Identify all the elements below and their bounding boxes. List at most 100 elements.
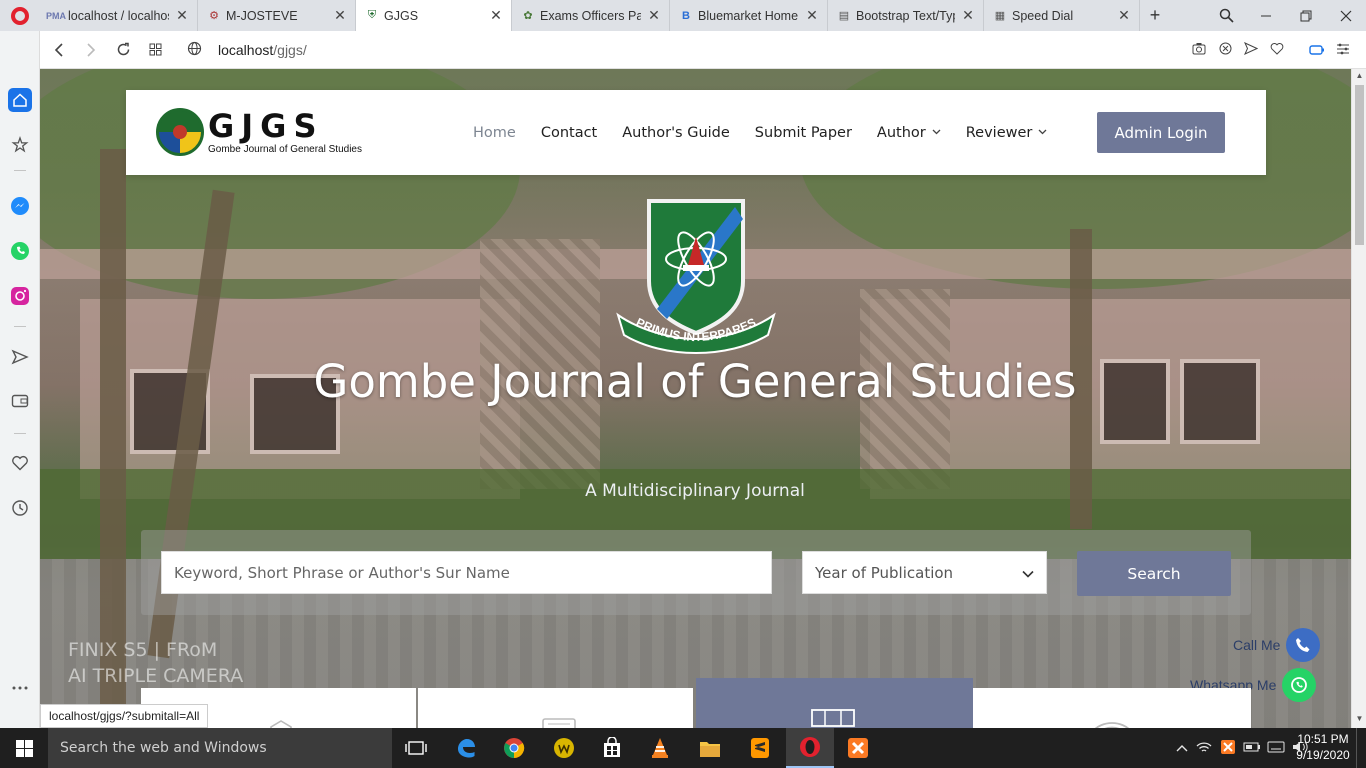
page-scrollbar[interactable]: ▲ ▼ (1351, 69, 1366, 728)
whatsapp-icon[interactable] (8, 239, 32, 263)
watermark-line: FINIX S5 | FRoM (68, 639, 218, 661)
vlc-icon[interactable] (636, 728, 684, 768)
windows-start-button[interactable] (0, 728, 48, 768)
task-view-icon[interactable] (392, 728, 440, 768)
nav-label: Contact (540, 124, 598, 141)
easy-setup-icon[interactable] (1330, 43, 1356, 58)
nav-authors-guide[interactable]: Author's Guide (622, 125, 730, 141)
my-flow-icon[interactable] (8, 345, 32, 369)
keyword-search-input[interactable]: Keyword, Short Phrase or Author's Sur Na… (161, 551, 772, 594)
scrollbar-thumb[interactable] (1355, 85, 1364, 245)
url-path: /gjgs/ (273, 41, 307, 58)
forward-icon[interactable] (75, 35, 107, 65)
url-host: localhost (218, 41, 274, 58)
year-of-publication-select[interactable]: Year of Publication (802, 551, 1047, 594)
tab-bluemarket[interactable]: B Bluemarket Home ✕ (670, 0, 828, 31)
tab-grid-icon[interactable] (139, 35, 171, 65)
back-icon[interactable] (43, 35, 75, 65)
taskbar-search-box[interactable]: Search the web and Windows (48, 728, 392, 768)
file-explorer-icon[interactable] (686, 728, 734, 768)
tab-close-icon[interactable]: ✕ (175, 7, 189, 24)
wallet-icon[interactable] (8, 389, 32, 413)
call-me-widget[interactable]: Call Me (1233, 628, 1321, 662)
new-tab-button[interactable]: + (1140, 0, 1170, 31)
tab-bootstrap[interactable]: ▤ Bootstrap Text/Typo ✕ (828, 0, 984, 31)
sublime-text-icon[interactable] (736, 728, 784, 768)
nav-reviewer-dropdown[interactable]: Reviewer (966, 125, 1048, 141)
feature-card[interactable] (418, 688, 693, 728)
bookmark-heart-icon[interactable] (1264, 42, 1290, 58)
taskbar-clock[interactable]: 10:51 PM 9/19/2020 (1292, 731, 1354, 763)
keyboard-icon[interactable] (1264, 741, 1288, 756)
tab-phpmyadmin[interactable]: PMA localhost / localhost ✕ (40, 0, 198, 31)
opera-menu-button[interactable] (0, 0, 40, 31)
nav-submit-paper[interactable]: Submit Paper (755, 125, 852, 141)
site-logo[interactable]: GJGS Gombe Journal of General Studies (156, 108, 362, 156)
feature-card-active[interactable] (696, 678, 973, 728)
nav-label: Home (473, 124, 516, 141)
scroll-up-arrow-icon[interactable]: ▲ (1352, 71, 1366, 80)
tab-m-josteve[interactable]: ⚙ M-JOSTEVE ✕ (198, 0, 356, 31)
chevron-down-icon (1038, 127, 1047, 138)
whatsapp-icon (1282, 668, 1317, 702)
nav-author-dropdown[interactable]: Author (877, 125, 941, 141)
reload-icon[interactable] (107, 35, 139, 65)
speed-dial-icon[interactable] (8, 133, 32, 157)
messenger-icon[interactable] (8, 194, 32, 218)
web-page: GJGS Gombe Journal of General Studies Ho… (40, 69, 1351, 728)
ad-block-icon[interactable] (1212, 42, 1238, 58)
year-select-label: Year of Publication (815, 563, 954, 582)
browser-tab-strip: PMA localhost / localhost ✕ ⚙ M-JOSTEVE … (0, 0, 1366, 31)
university-crest-logo: PRIMUS INTERPARES (616, 199, 776, 355)
tab-speed-dial[interactable]: ▦ Speed Dial ✕ (984, 0, 1140, 31)
show-desktop-button[interactable] (1356, 728, 1366, 768)
xampp-tray-icon[interactable] (1216, 739, 1240, 758)
status-url-tooltip: localhost/gjgs/?submitall=All (40, 704, 209, 728)
tab-close-icon[interactable]: ✕ (961, 7, 975, 24)
send-icon[interactable] (1238, 41, 1264, 58)
url-field[interactable]: localhost/gjgs/ (187, 41, 307, 59)
winrar-icon[interactable] (540, 728, 588, 768)
history-clock-icon[interactable] (8, 496, 32, 520)
close-window-icon[interactable] (1326, 0, 1366, 31)
minimize-icon[interactable] (1246, 0, 1286, 31)
search-button[interactable]: Search (1077, 551, 1231, 596)
scroll-down-arrow-icon[interactable]: ▼ (1352, 714, 1366, 723)
show-hidden-icons-chevron-icon[interactable] (1172, 741, 1192, 755)
opera-taskbar-icon[interactable] (786, 728, 834, 768)
nav-home[interactable]: Home (473, 125, 516, 141)
battery-saver-icon[interactable] (1304, 43, 1330, 58)
tab-title: Exams Officers Page (540, 8, 641, 23)
tab-close-icon[interactable]: ✕ (805, 7, 819, 24)
tab-close-icon[interactable]: ✕ (647, 7, 661, 24)
restore-icon[interactable] (1286, 0, 1326, 31)
instagram-icon[interactable] (8, 284, 32, 308)
tab-gjgs[interactable]: ⛨ GJGS ✕ (356, 0, 512, 31)
feature-card[interactable] (973, 688, 1251, 728)
logo-emblem-icon (156, 108, 204, 156)
tab-close-icon[interactable]: ✕ (489, 7, 503, 24)
wifi-signal-icon (1094, 722, 1130, 728)
clock-date: 9/19/2020 (1296, 748, 1350, 762)
home-icon[interactable] (8, 88, 32, 112)
tab-close-icon[interactable]: ✕ (1117, 7, 1131, 24)
wifi-icon[interactable] (1192, 741, 1216, 756)
nav-label: Reviewer (965, 124, 1033, 141)
admin-login-button[interactable]: Admin Login (1097, 112, 1225, 153)
battery-icon[interactable] (1240, 741, 1264, 755)
journal-icon (542, 718, 576, 728)
gjgs-icon: ⛨ (367, 9, 377, 21)
tab-search-icon[interactable] (1206, 0, 1246, 31)
chrome-icon[interactable] (490, 728, 538, 768)
snapshot-icon[interactable] (1186, 42, 1212, 58)
tab-exams-officers[interactable]: ✿ Exams Officers Page ✕ (512, 0, 670, 31)
more-options-icon[interactable] (8, 676, 32, 700)
tab-close-icon[interactable]: ✕ (333, 7, 347, 24)
edge-icon[interactable] (442, 728, 490, 768)
document-icon: ▤ (838, 10, 850, 22)
store-icon[interactable] (588, 728, 636, 768)
bookmarks-heart-icon[interactable] (8, 451, 32, 475)
site-navbar: GJGS Gombe Journal of General Studies Ho… (126, 90, 1266, 175)
xampp-icon[interactable] (834, 728, 882, 768)
nav-contact[interactable]: Contact (541, 125, 597, 141)
